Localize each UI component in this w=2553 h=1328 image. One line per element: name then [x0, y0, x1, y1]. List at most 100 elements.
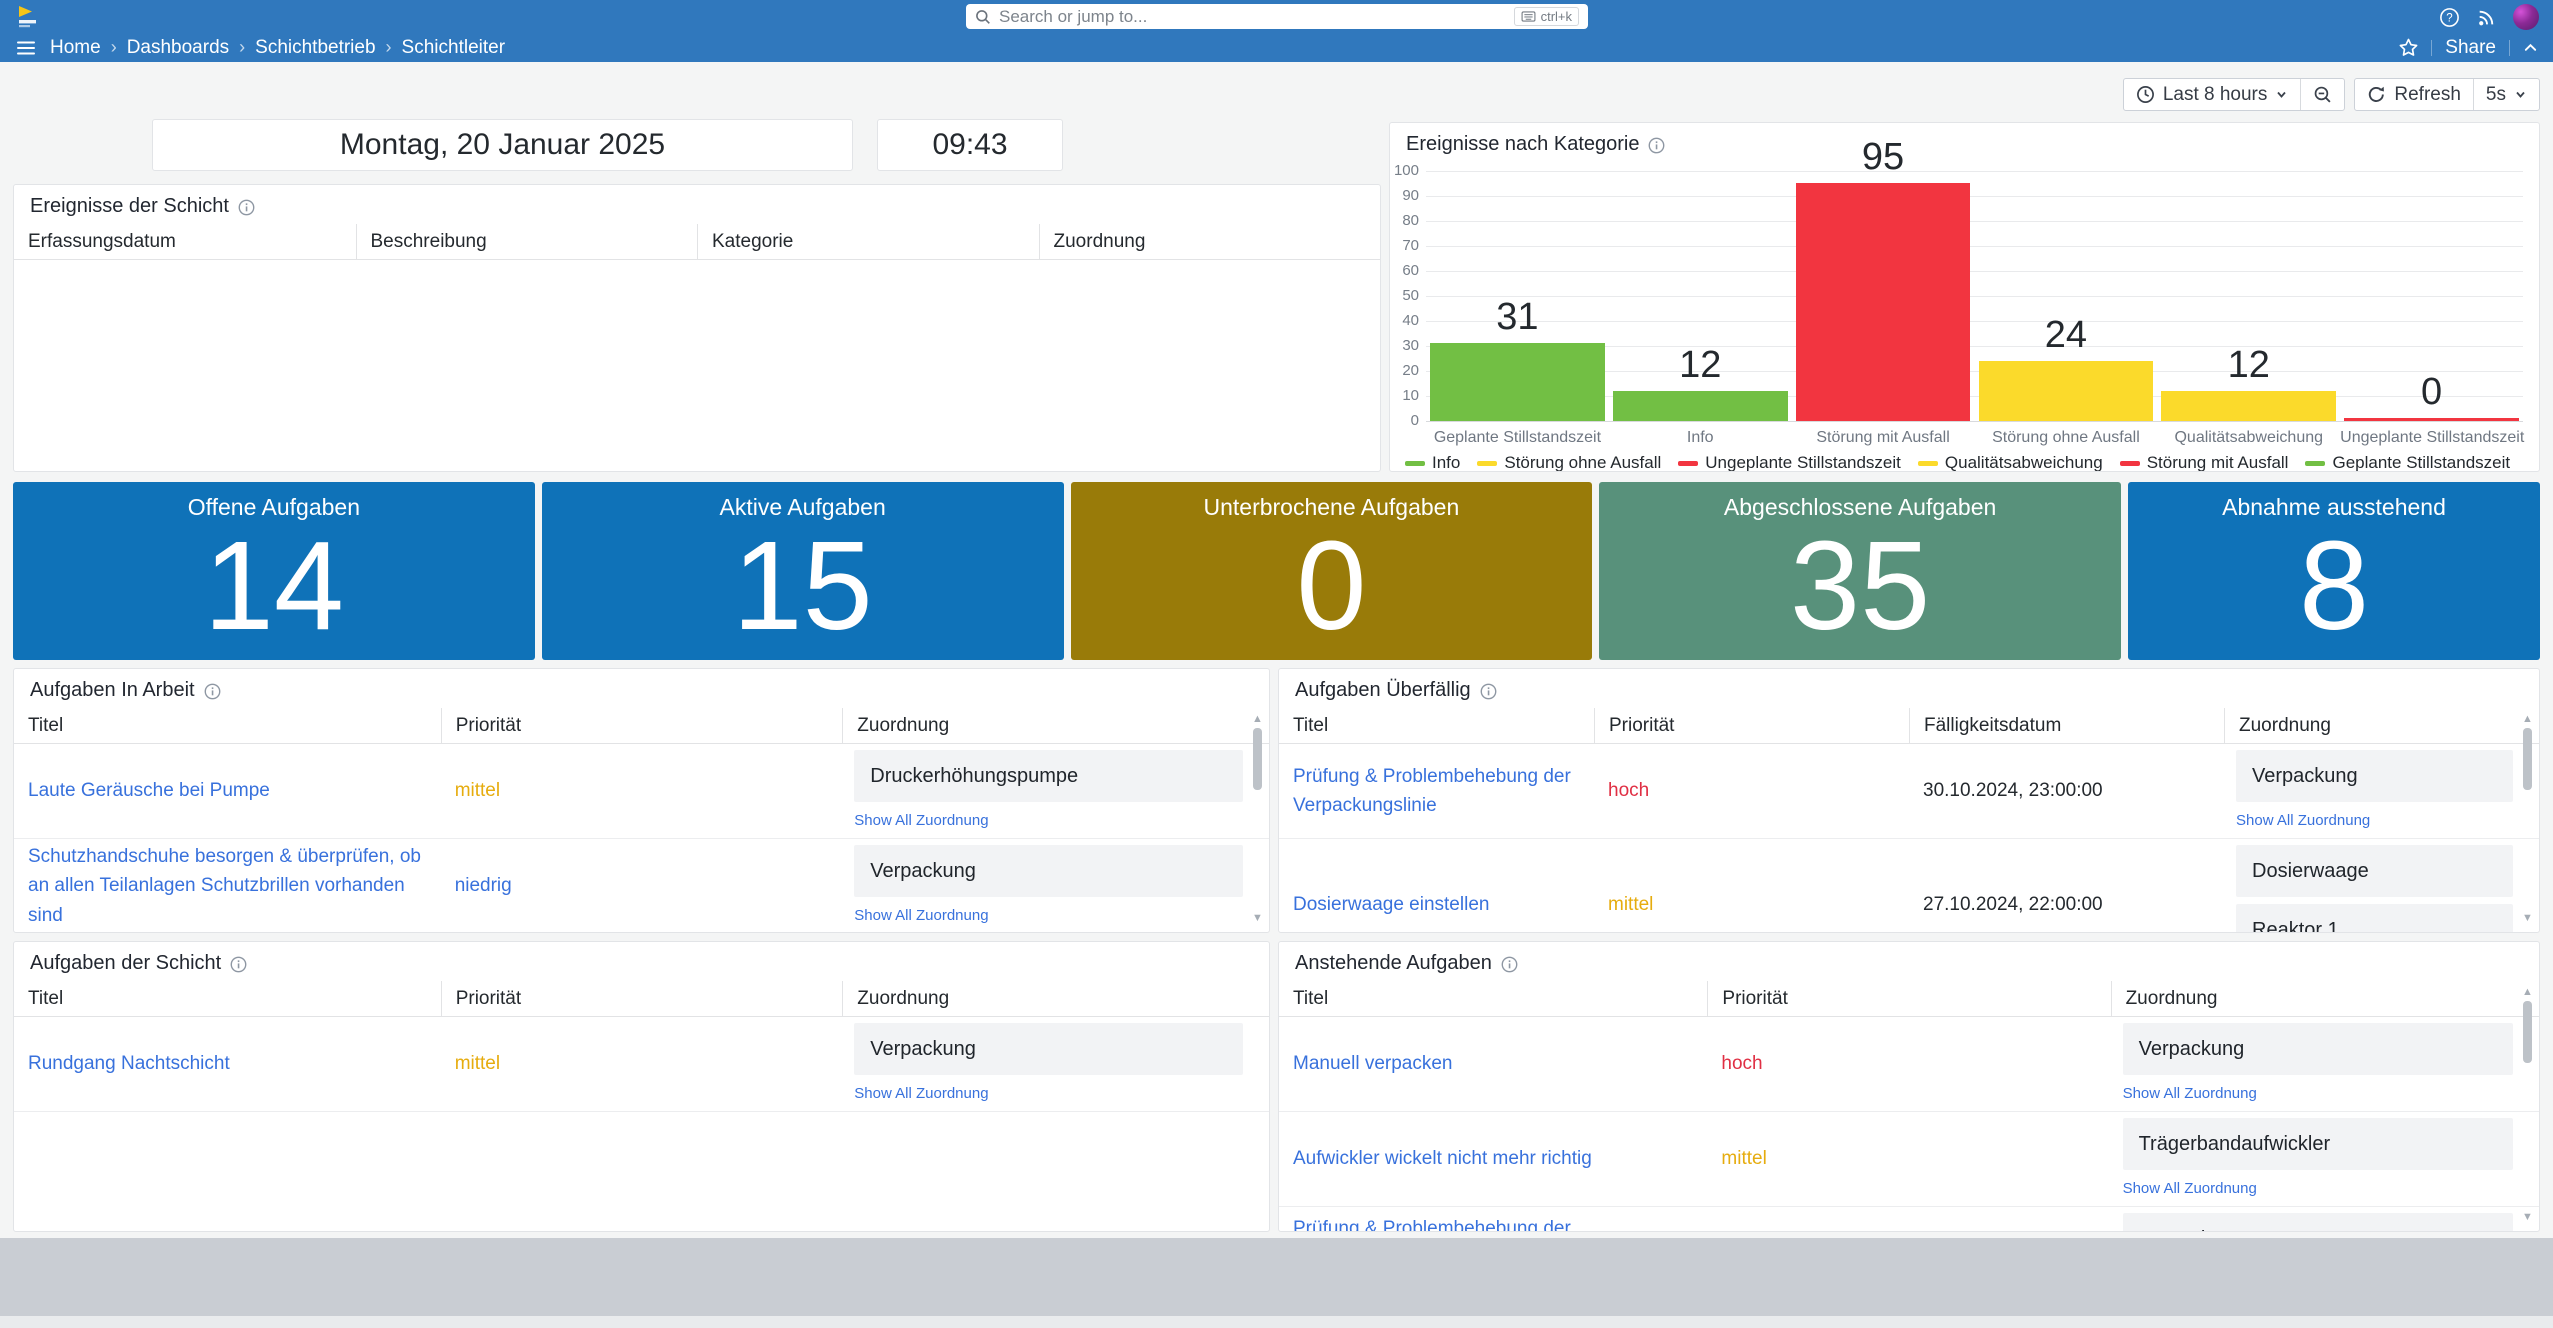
table-scrollbar[interactable]: ▲▼ — [1250, 713, 1265, 924]
breadcrumb-item-schichtleiter[interactable]: Schichtleiter — [402, 37, 506, 59]
show-all-zuordnung-link[interactable]: Show All Zuordnung — [2123, 1180, 2257, 1197]
legend-item[interactable]: Geplante Stillstandszeit — [2305, 453, 2510, 472]
chart-bar[interactable] — [2161, 391, 2336, 421]
task-assignment-cell: VerpackungShow All Zuordnung — [2224, 744, 2539, 838]
column-header-3[interactable]: Kategorie — [697, 224, 1039, 259]
chart-bar[interactable] — [1796, 183, 1971, 421]
column-header-3[interactable]: Fälligkeitsdatum — [1909, 708, 2224, 743]
breadcrumb-item-dashboards[interactable]: Dashboards — [127, 37, 229, 59]
scroll-up-arrow-icon[interactable]: ▲ — [1250, 713, 1265, 725]
task-title-cell: Schutzhandschuhe besorgen & überprüfen, … — [14, 839, 441, 933]
legend-item[interactable]: Störung ohne Ausfall — [1477, 453, 1661, 472]
scrollbar-thumb[interactable] — [1253, 728, 1262, 790]
show-all-zuordnung-link[interactable]: Show All Zuordnung — [2236, 812, 2370, 829]
task-title-link[interactable]: Aufwickler wickelt nicht mehr richtig — [1293, 1144, 1604, 1173]
panel-info-button[interactable] — [238, 199, 255, 216]
favorite-star-button[interactable] — [2399, 38, 2418, 57]
column-header-4[interactable]: Zuordnung — [1039, 224, 1381, 259]
time-range-group: Last 8 hours — [2123, 78, 2346, 111]
panel-info-button[interactable] — [1648, 137, 1665, 154]
column-header-1[interactable]: Titel — [1279, 708, 1594, 743]
task-title-link[interactable]: Dosierwaage einstellen — [1293, 890, 1501, 919]
column-header-1[interactable]: Titel — [14, 708, 441, 743]
scrollbar-thumb[interactable] — [2523, 1001, 2532, 1063]
help-button[interactable]: ? — [2439, 7, 2460, 28]
time-range-picker[interactable]: Last 8 hours — [2124, 79, 2301, 110]
panel-header: Ereignisse der Schicht — [14, 185, 1380, 219]
column-header-3[interactable]: Zuordnung — [2111, 981, 2539, 1016]
zuordnung-tag: Verpackung — [2123, 1213, 2513, 1232]
column-header-4[interactable]: Zuordnung — [2224, 708, 2539, 743]
scroll-down-arrow-icon[interactable]: ▼ — [1250, 912, 1265, 924]
scroll-up-arrow-icon[interactable]: ▲ — [2520, 986, 2535, 998]
user-avatar[interactable] — [2513, 4, 2539, 30]
legend-swatch — [1477, 461, 1497, 466]
due-date-value: 27.10.2024, 22:00:00 — [1923, 894, 2103, 916]
scrollbar-thumb[interactable] — [2523, 728, 2532, 790]
menu-toggle-button[interactable] — [17, 41, 35, 55]
panel-info-button[interactable] — [204, 683, 221, 700]
search-input[interactable]: Search or jump to... ctrl+k — [966, 4, 1588, 29]
scroll-down-arrow-icon[interactable]: ▼ — [2520, 1211, 2535, 1223]
stat-value: 15 — [733, 511, 873, 660]
column-header-3[interactable]: Zuordnung — [842, 981, 1269, 1016]
task-priority-cell: niedrig — [441, 839, 843, 933]
column-header-2[interactable]: Priorität — [441, 981, 843, 1016]
task-title-link[interactable]: Schutzhandschuhe besorgen & überprüfen, … — [28, 842, 441, 930]
column-header-1[interactable]: Titel — [1279, 981, 1707, 1016]
task-title-link[interactable]: Prüfung & Problembehebung der Verpackung… — [1293, 1214, 1707, 1232]
column-header-2[interactable]: Priorität — [1707, 981, 2110, 1016]
collapse-topbar-button[interactable] — [2523, 40, 2538, 55]
task-title-link[interactable]: Manuell verpacken — [1293, 1049, 1464, 1078]
priority-value: mittel — [455, 1053, 500, 1075]
table-row: Schutzhandschuhe besorgen & überprüfen, … — [14, 839, 1269, 933]
task-title-link[interactable]: Rundgang Nachtschicht — [28, 1049, 242, 1078]
show-all-zuordnung-link[interactable]: Show All Zuordnung — [2123, 1085, 2257, 1102]
dashboard-actions: Share — [2399, 37, 2538, 59]
show-all-zuordnung-link[interactable]: Show All Zuordnung — [854, 907, 988, 924]
app-logo[interactable] — [14, 3, 41, 30]
task-title-link[interactable]: Laute Geräusche bei Pumpe — [28, 776, 282, 805]
news-button[interactable] — [2476, 7, 2497, 28]
legend-item[interactable]: Störung mit Ausfall — [2120, 453, 2289, 472]
chart-bar[interactable] — [1430, 343, 1605, 421]
scroll-down-arrow-icon[interactable]: ▼ — [2520, 912, 2535, 924]
divider — [2431, 40, 2432, 56]
panel-info-button[interactable] — [1501, 956, 1518, 973]
legend-swatch — [1918, 461, 1938, 466]
task-title-link[interactable]: Prüfung & Problembehebung der Verpackung… — [1293, 762, 1594, 821]
column-header-1[interactable]: Erfassungsdatum — [14, 224, 356, 259]
share-button[interactable]: Share — [2445, 37, 2496, 59]
chart-bar[interactable] — [1613, 391, 1788, 421]
table-scrollbar[interactable]: ▲▼ — [2520, 986, 2535, 1223]
panel-info-button[interactable] — [230, 956, 247, 973]
zoom-out-button[interactable] — [2300, 79, 2344, 110]
legend-item[interactable]: Info — [1405, 453, 1460, 472]
refresh-interval-picker[interactable]: 5s — [2473, 79, 2539, 110]
page-background-band — [0, 1238, 2553, 1316]
table-scrollbar[interactable]: ▲▼ — [2520, 713, 2535, 924]
legend-item[interactable]: Qualitätsabweichung — [1918, 453, 2103, 472]
breadcrumb-item-schichtbetrieb[interactable]: Schichtbetrieb — [255, 37, 375, 59]
column-header-2[interactable]: Priorität — [441, 708, 843, 743]
x-axis-category-label: Info — [1609, 429, 1792, 447]
column-header-2[interactable]: Beschreibung — [356, 224, 698, 259]
chart-bar[interactable] — [2344, 418, 2519, 421]
legend-label: Ungeplante Stillstandszeit — [1705, 453, 1901, 472]
show-all-zuordnung-link[interactable]: Show All Zuordnung — [854, 1085, 988, 1102]
panel-title: Aufgaben In Arbeit — [30, 679, 195, 702]
show-all-zuordnung-link[interactable]: Show All Zuordnung — [854, 812, 988, 829]
column-header-3[interactable]: Zuordnung — [842, 708, 1269, 743]
column-header-1[interactable]: Titel — [14, 981, 441, 1016]
column-header-2[interactable]: Priorität — [1594, 708, 1909, 743]
scroll-up-arrow-icon[interactable]: ▲ — [2520, 713, 2535, 725]
stat-panel: Offene Aufgaben14 — [13, 482, 535, 660]
priority-value: mittel — [1608, 894, 1653, 916]
panel-info-button[interactable] — [1480, 683, 1497, 700]
priority-value: hoch — [1721, 1053, 1762, 1075]
refresh-button[interactable]: Refresh — [2355, 79, 2473, 110]
breadcrumb-item-home[interactable]: Home — [50, 37, 101, 59]
legend-item[interactable]: Ungeplante Stillstandszeit — [1678, 453, 1901, 472]
chart-bar[interactable] — [1979, 361, 2154, 421]
events-by-category-chart-panel: Ereignisse nach Kategorie010203040506070… — [1389, 122, 2540, 472]
